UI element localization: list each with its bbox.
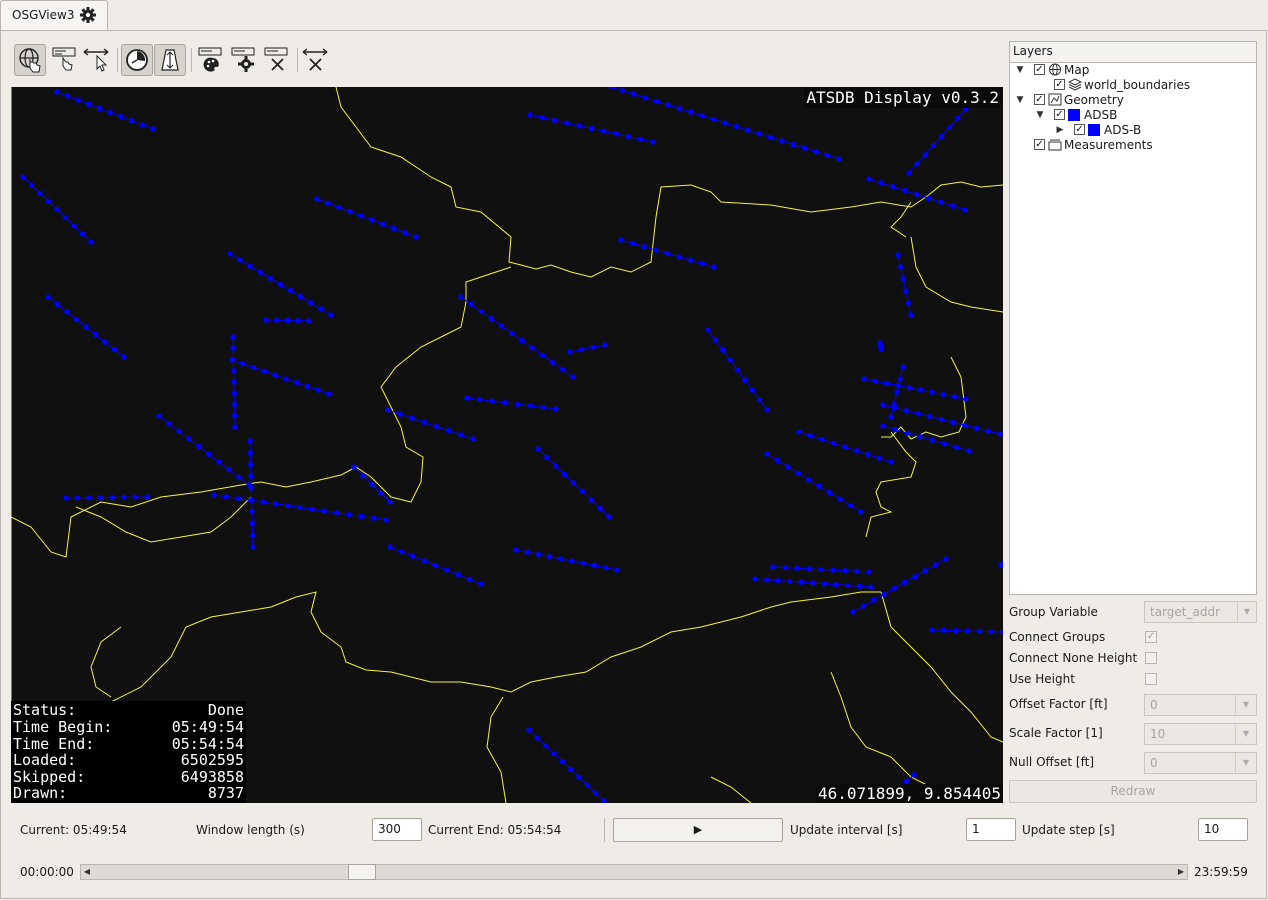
measure-clear-icon[interactable] — [301, 44, 333, 76]
current-end-label: Current End: 05:54:54 — [428, 823, 562, 837]
expand-arrow-icon[interactable]: ▼ — [1014, 95, 1026, 105]
measure-arrow-cursor-icon[interactable] — [82, 44, 114, 76]
layer-label-world-boundaries: world_boundaries — [1084, 77, 1191, 92]
navigate-globe-hand-icon[interactable] — [14, 44, 46, 76]
connect-groups-label: Connect Groups — [1009, 630, 1106, 644]
status-row-drawn: Drawn: 8737 — [13, 784, 244, 803]
layer-checkbox-measurements[interactable]: ✓ — [1034, 139, 1045, 150]
layer-checkbox-adsb[interactable]: ✓ — [1054, 109, 1065, 120]
status-row-skipped: Skipped: 6493858 — [13, 767, 244, 786]
scale-factor-spinbox[interactable]: 10 ▼ — [1144, 723, 1257, 745]
null-offset-label: Null Offset [ft] — [1009, 755, 1095, 769]
status-row-status: Status: Done — [13, 701, 244, 720]
offset-factor-spinbox[interactable]: 0 ▼ — [1144, 694, 1257, 716]
slider-left-arrow-icon[interactable]: ◀ — [80, 864, 94, 880]
controls-separator — [604, 818, 605, 842]
layers-header: Layers — [1009, 41, 1257, 62]
layer-row-map[interactable]: ▼ ✓ Map — [1014, 62, 1090, 77]
layer-label-adsb: ADSB — [1084, 107, 1118, 122]
update-step-label: Update step [s] — [1022, 823, 1115, 837]
layers-tree[interactable]: ▼ ✓ Map ✓ world_boundaries ▼ ✓ Geometry … — [1009, 62, 1257, 595]
status-row-time-begin: Time Begin: 05:49:54 — [13, 718, 244, 737]
spin-arrows-icon[interactable]: ▼ — [1235, 695, 1256, 715]
slider-right-arrow-icon[interactable]: ▶ — [1174, 864, 1188, 880]
layers-stack-icon — [1067, 78, 1083, 91]
status-row-loaded: Loaded: 6502595 — [13, 751, 244, 770]
time-slider-handle[interactable] — [348, 864, 377, 880]
play-button[interactable]: ▶ — [613, 818, 783, 842]
window-length-label: Window length (s) — [196, 823, 305, 837]
map-title-label: ATSDB Display v0.3.2 — [804, 87, 1001, 108]
layer-label-geometry: Geometry — [1064, 92, 1124, 107]
label-hand-icon[interactable] — [50, 44, 82, 76]
expand-arrow-icon[interactable]: ▼ — [1014, 65, 1026, 75]
layer-checkbox-geometry[interactable]: ✓ — [1034, 94, 1045, 105]
toolbar-separator — [117, 48, 118, 72]
layer-checkbox-world-boundaries[interactable]: ✓ — [1054, 79, 1065, 90]
connect-none-height-checkbox[interactable] — [1145, 652, 1157, 664]
use-height-checkbox[interactable] — [1145, 673, 1157, 685]
current-time-label: Current: 05:49:54 — [20, 823, 127, 837]
status-overlay: Status: Done Time Begin: 05:49:54 Time End… — [11, 701, 246, 803]
time-end-label: 23:59:59 — [1194, 865, 1248, 879]
group-variable-select[interactable]: target_addr ▼ — [1144, 601, 1257, 623]
update-step-input[interactable]: 10 — [1198, 818, 1248, 841]
label-settings-gear-icon[interactable] — [229, 44, 261, 76]
toolbar-separator — [191, 48, 192, 72]
color-swatch-icon — [1068, 108, 1080, 121]
layer-checkbox-map[interactable]: ✓ — [1034, 64, 1045, 75]
offset-factor-label: Offset Factor [ft] — [1009, 697, 1108, 711]
map-view[interactable]: ATSDB Display v0.3.2 46.071899, 9.854405… — [11, 87, 1003, 803]
spin-arrows-icon[interactable]: ▼ — [1235, 724, 1256, 744]
layer-label-measurements: Measurements — [1064, 137, 1153, 152]
layer-checkbox-ads-b[interactable]: ✓ — [1074, 124, 1085, 135]
expand-arrow-icon[interactable]: ▼ — [1034, 110, 1046, 120]
layer-label-map: Map — [1064, 62, 1090, 77]
status-row-time-end: Time End: 05:54:54 — [13, 734, 244, 753]
geometry-icon — [1048, 93, 1062, 106]
spin-arrows-icon[interactable]: ▼ — [1235, 753, 1256, 773]
toolbar-separator — [297, 48, 298, 72]
map-coordinates-readout: 46.071899, 9.854405 — [815, 784, 1003, 803]
group-variable-label: Group Variable — [1009, 605, 1098, 619]
time-start-label: 00:00:00 — [20, 865, 74, 879]
label-clear-icon[interactable] — [262, 44, 294, 76]
update-interval-label: Update interval [s] — [790, 823, 903, 837]
height-filter-icon[interactable] — [154, 44, 186, 76]
connect-none-height-label: Connect None Height — [1009, 651, 1138, 665]
measure-icon — [1048, 138, 1062, 151]
null-offset-spinbox[interactable]: 0 ▼ — [1144, 752, 1257, 774]
collapsed-arrow-icon[interactable]: ▶ — [1054, 125, 1066, 135]
map-canvas — [11, 87, 1003, 803]
layer-row-world-boundaries[interactable]: ✓ world_boundaries — [1054, 77, 1190, 92]
color-swatch-icon — [1088, 123, 1100, 136]
layer-row-geometry[interactable]: ▼ ✓ Geometry — [1014, 92, 1124, 107]
update-interval-input[interactable]: 1 — [966, 818, 1016, 841]
connect-groups-checkbox[interactable]: ✓ — [1145, 631, 1157, 643]
layer-row-ads-b[interactable]: ▶ ✓ ADS-B — [1054, 122, 1142, 137]
chevron-down-icon: ▼ — [1237, 602, 1256, 622]
use-height-label: Use Height — [1009, 672, 1075, 686]
redraw-button[interactable]: Redraw — [1009, 780, 1257, 803]
layer-row-measurements[interactable]: ✓ Measurements — [1034, 137, 1153, 152]
tab-title: OSGView3 — [12, 8, 75, 22]
label-palette-icon[interactable] — [196, 44, 228, 76]
window-length-input[interactable]: 300 — [372, 818, 422, 841]
gear-icon[interactable] — [79, 6, 97, 27]
time-slider[interactable] — [80, 864, 1188, 880]
time-filter-clock-icon[interactable] — [121, 44, 153, 76]
scale-factor-label: Scale Factor [1] — [1009, 726, 1103, 740]
globe-icon — [1048, 63, 1062, 76]
layer-label-ads-b: ADS-B — [1104, 122, 1142, 137]
layer-row-adsb[interactable]: ▼ ✓ ADSB — [1034, 107, 1118, 122]
